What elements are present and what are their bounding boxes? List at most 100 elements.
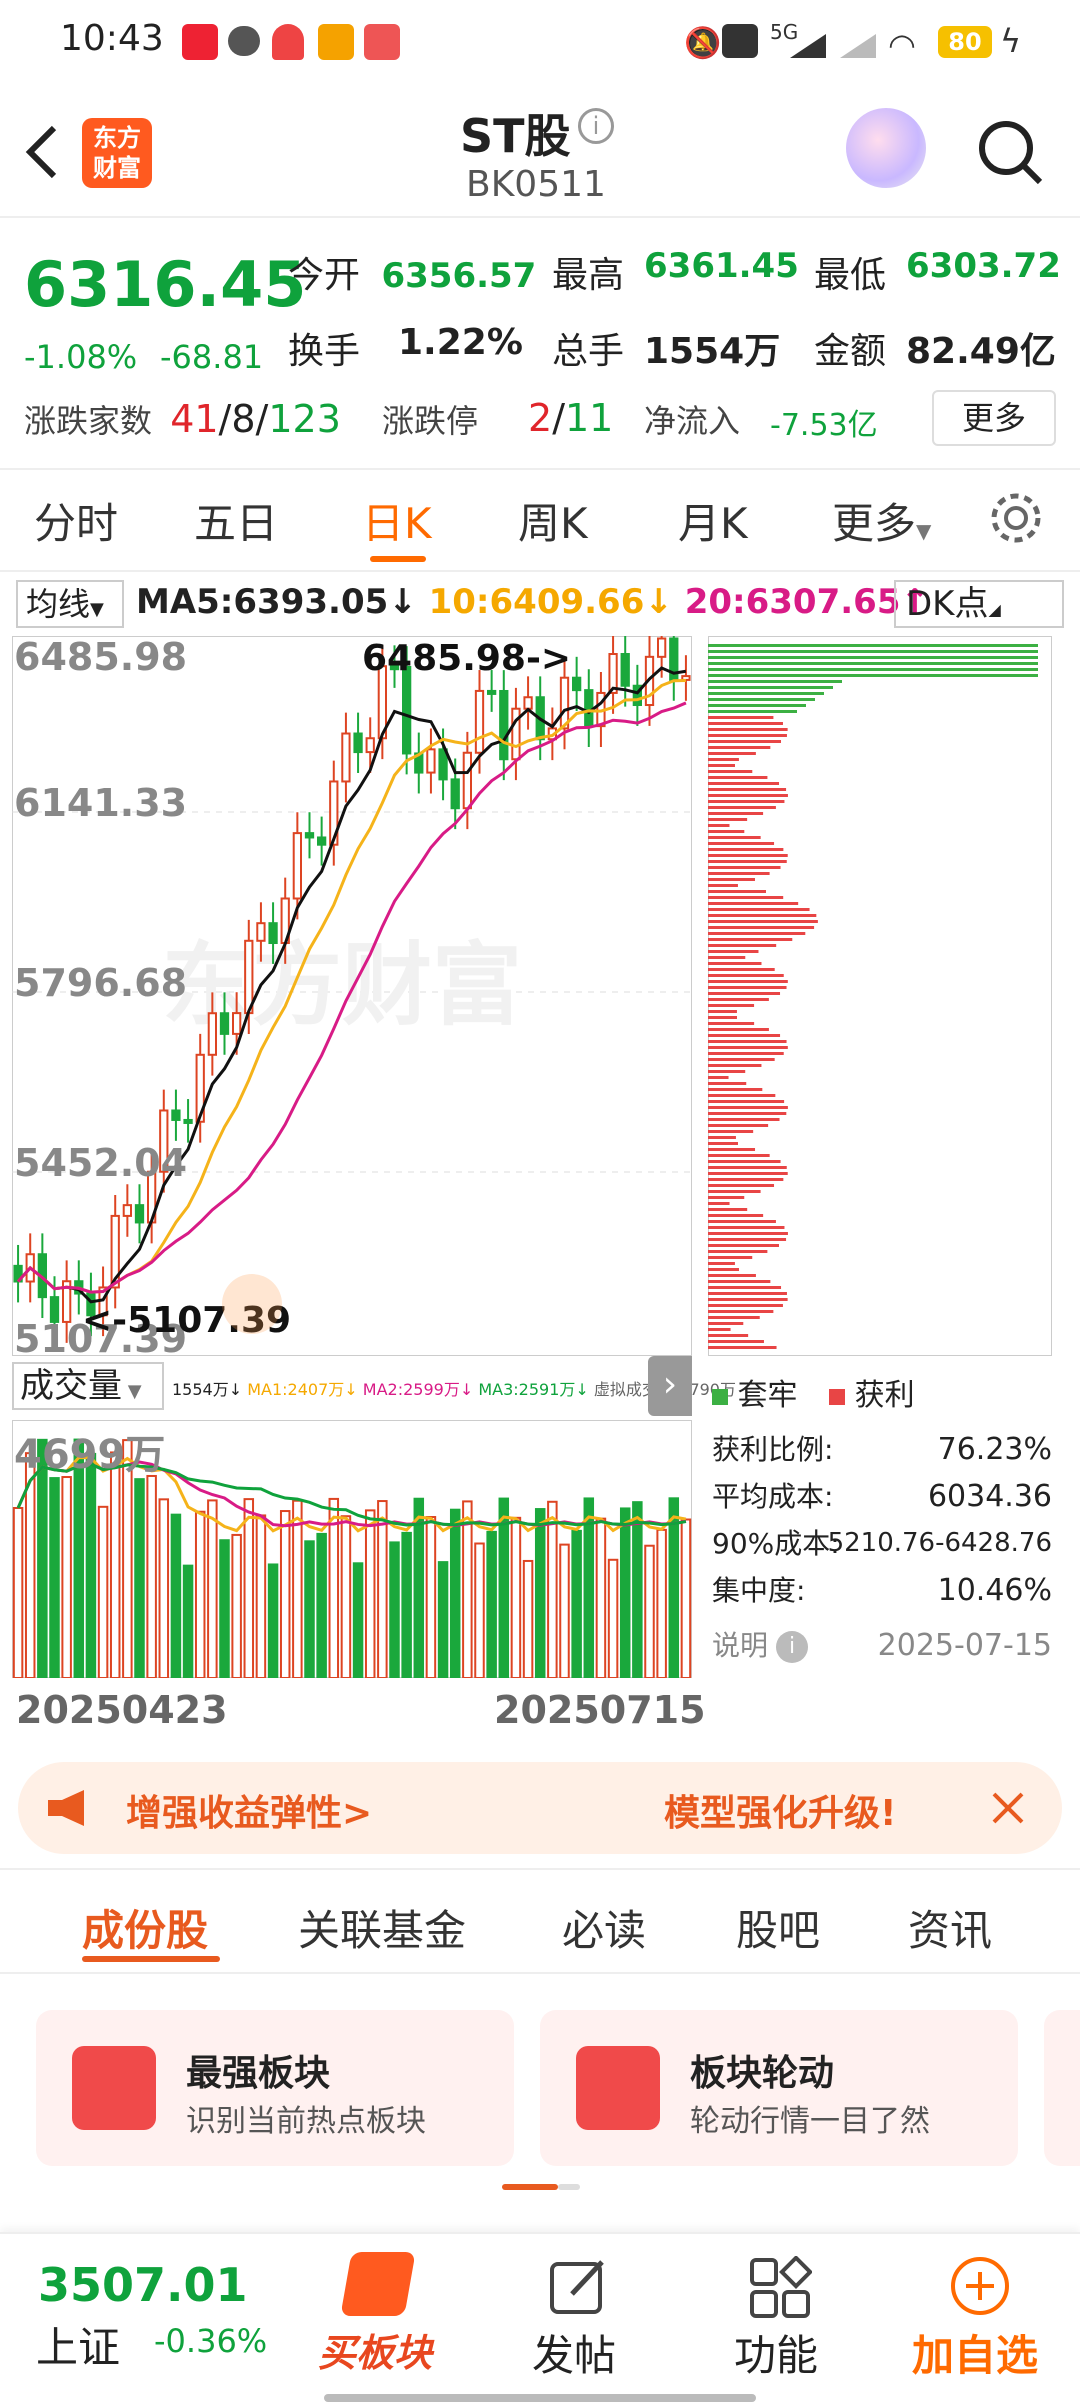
chip-bar — [708, 776, 768, 779]
volume-bar — [85, 1452, 97, 1678]
expand-icon[interactable] — [222, 1274, 282, 1334]
promo-left-text[interactable]: 增强收益弹性> — [126, 1784, 372, 1836]
candle — [122, 1204, 133, 1217]
card-title: 板块轮动 — [690, 2053, 835, 2094]
card-sector-rotation[interactable]: 板块轮动 轮动行情一目了然 — [540, 2010, 1018, 2166]
chip-bar — [708, 1070, 746, 1073]
buy-sector-icon[interactable] — [340, 2252, 416, 2316]
volume-bar — [352, 1562, 364, 1678]
buy-sector-label[interactable]: 买板块 — [318, 2322, 432, 2377]
add-watchlist-label[interactable]: 加自选 — [912, 2322, 1038, 2383]
candle — [232, 1012, 242, 1035]
volume-select[interactable]: 成交量 ▼ — [12, 1362, 164, 1410]
back-icon[interactable] — [22, 122, 62, 182]
index-name[interactable]: 上证 — [36, 2314, 120, 2375]
chip-bar — [708, 686, 833, 689]
y-label-4: 5452.04 — [14, 1141, 187, 1185]
info-icon[interactable]: i — [776, 1631, 809, 1663]
chip-bar — [708, 878, 755, 881]
tab-more[interactable]: 更多▼ — [832, 490, 931, 551]
function-grid-icon[interactable] — [748, 2256, 812, 2320]
card-title: 最强板块 — [186, 2053, 331, 2094]
volume-bar — [219, 1539, 230, 1678]
tab-constituents[interactable]: 成份股 — [82, 1897, 208, 1958]
candle — [584, 689, 594, 728]
chip-bar — [708, 998, 769, 1001]
more-button[interactable]: 更多 — [932, 390, 1056, 446]
app-logo[interactable]: 东方 财富 — [82, 118, 152, 188]
candle — [183, 1118, 193, 1124]
volume-bar — [571, 1529, 582, 1678]
chip-bar — [708, 842, 775, 845]
chip-bar — [708, 932, 806, 935]
post-label[interactable]: 发帖 — [532, 2322, 616, 2383]
profit-swatch — [829, 1389, 846, 1405]
chip-bar — [708, 872, 770, 875]
candle — [292, 832, 303, 900]
volume-bar — [680, 1518, 692, 1678]
card-next-peek[interactable] — [1044, 2010, 1080, 2166]
index-value[interactable]: 3507.01 — [38, 2258, 248, 2312]
settings-gear-icon[interactable] — [988, 490, 1044, 546]
chip-bar — [708, 1202, 730, 1205]
tab-weekly-k[interactable]: 周K — [518, 490, 588, 551]
charging-icon: ϟ — [1000, 22, 1022, 60]
limit-label: 涨跌停 — [382, 402, 479, 440]
trap-swatch — [712, 1389, 728, 1405]
candle — [134, 1204, 145, 1224]
tab-intraday[interactable]: 分时 — [34, 490, 118, 551]
chip-bar — [708, 884, 738, 887]
chip-bar — [708, 1190, 761, 1193]
chip-bar — [708, 1022, 755, 1025]
chip-bar — [708, 800, 785, 803]
add-plus-circle-icon[interactable] — [948, 2254, 1012, 2318]
chip-bar — [708, 1322, 744, 1325]
indicator-select[interactable]: 均线▼ — [16, 580, 124, 628]
chip-bar — [708, 950, 759, 953]
chip-bar — [708, 980, 788, 983]
tab-five-day[interactable]: 五日 — [194, 490, 278, 551]
chip-bar — [708, 920, 818, 923]
chip-bar — [708, 668, 1038, 671]
high-marker: 6485.98-> — [362, 638, 571, 679]
volume-bar — [364, 1509, 376, 1678]
chip-bar — [708, 1160, 781, 1163]
volume-bar — [279, 1510, 291, 1678]
candle — [304, 832, 315, 839]
chip-bar — [708, 992, 781, 995]
note-label[interactable]: 说明 — [712, 1629, 768, 1662]
date-start: 20250423 — [16, 1688, 228, 1732]
tab-news[interactable]: 资讯 — [908, 1897, 992, 1958]
close-icon[interactable] — [988, 1788, 1028, 1828]
sep: / — [218, 397, 232, 441]
candle — [487, 689, 497, 695]
info-icon[interactable]: i — [578, 108, 614, 144]
post-edit-icon[interactable] — [546, 2256, 610, 2320]
open-label: 今开 — [288, 255, 361, 296]
tab-monthly-k[interactable]: 月K — [678, 490, 748, 551]
dk-point-label: DK点 — [906, 584, 989, 624]
chip-bar — [708, 1124, 769, 1127]
chip-bar — [708, 812, 764, 815]
collapse-panel-button[interactable]: › — [648, 1356, 692, 1416]
card-strongest-sector[interactable]: 最强板块 识别当前热点板块 — [36, 2010, 514, 2166]
promo-right-text[interactable]: 模型强化升级! — [664, 1784, 896, 1836]
tab-related-funds[interactable]: 关联基金 — [298, 1897, 466, 1958]
candle — [341, 732, 351, 783]
tab-forum[interactable]: 股吧 — [736, 1897, 820, 1958]
function-label[interactable]: 功能 — [734, 2322, 818, 2383]
dk-point-button[interactable]: DK点◢ — [894, 580, 1064, 628]
chip-bar — [708, 1286, 782, 1289]
robot-assistant-icon[interactable] — [846, 108, 926, 188]
volume-bar — [207, 1499, 218, 1678]
adv-flat: 8 — [231, 397, 256, 441]
volume-bar — [425, 1516, 437, 1678]
chip-bar — [708, 1040, 787, 1043]
promo-banner[interactable]: 增强收益弹性> 模型强化升级! — [18, 1762, 1062, 1854]
candle — [353, 732, 363, 754]
volume-value: 1554万 — [644, 331, 781, 372]
search-icon[interactable] — [976, 118, 1046, 188]
tab-daily-k[interactable]: 日K — [362, 490, 432, 551]
kline-chart[interactable]: 东方财富 6485.98 6141.33 5796.68 5452.04 510… — [12, 636, 692, 1356]
tab-must-read[interactable]: 必读 — [562, 1897, 646, 1958]
